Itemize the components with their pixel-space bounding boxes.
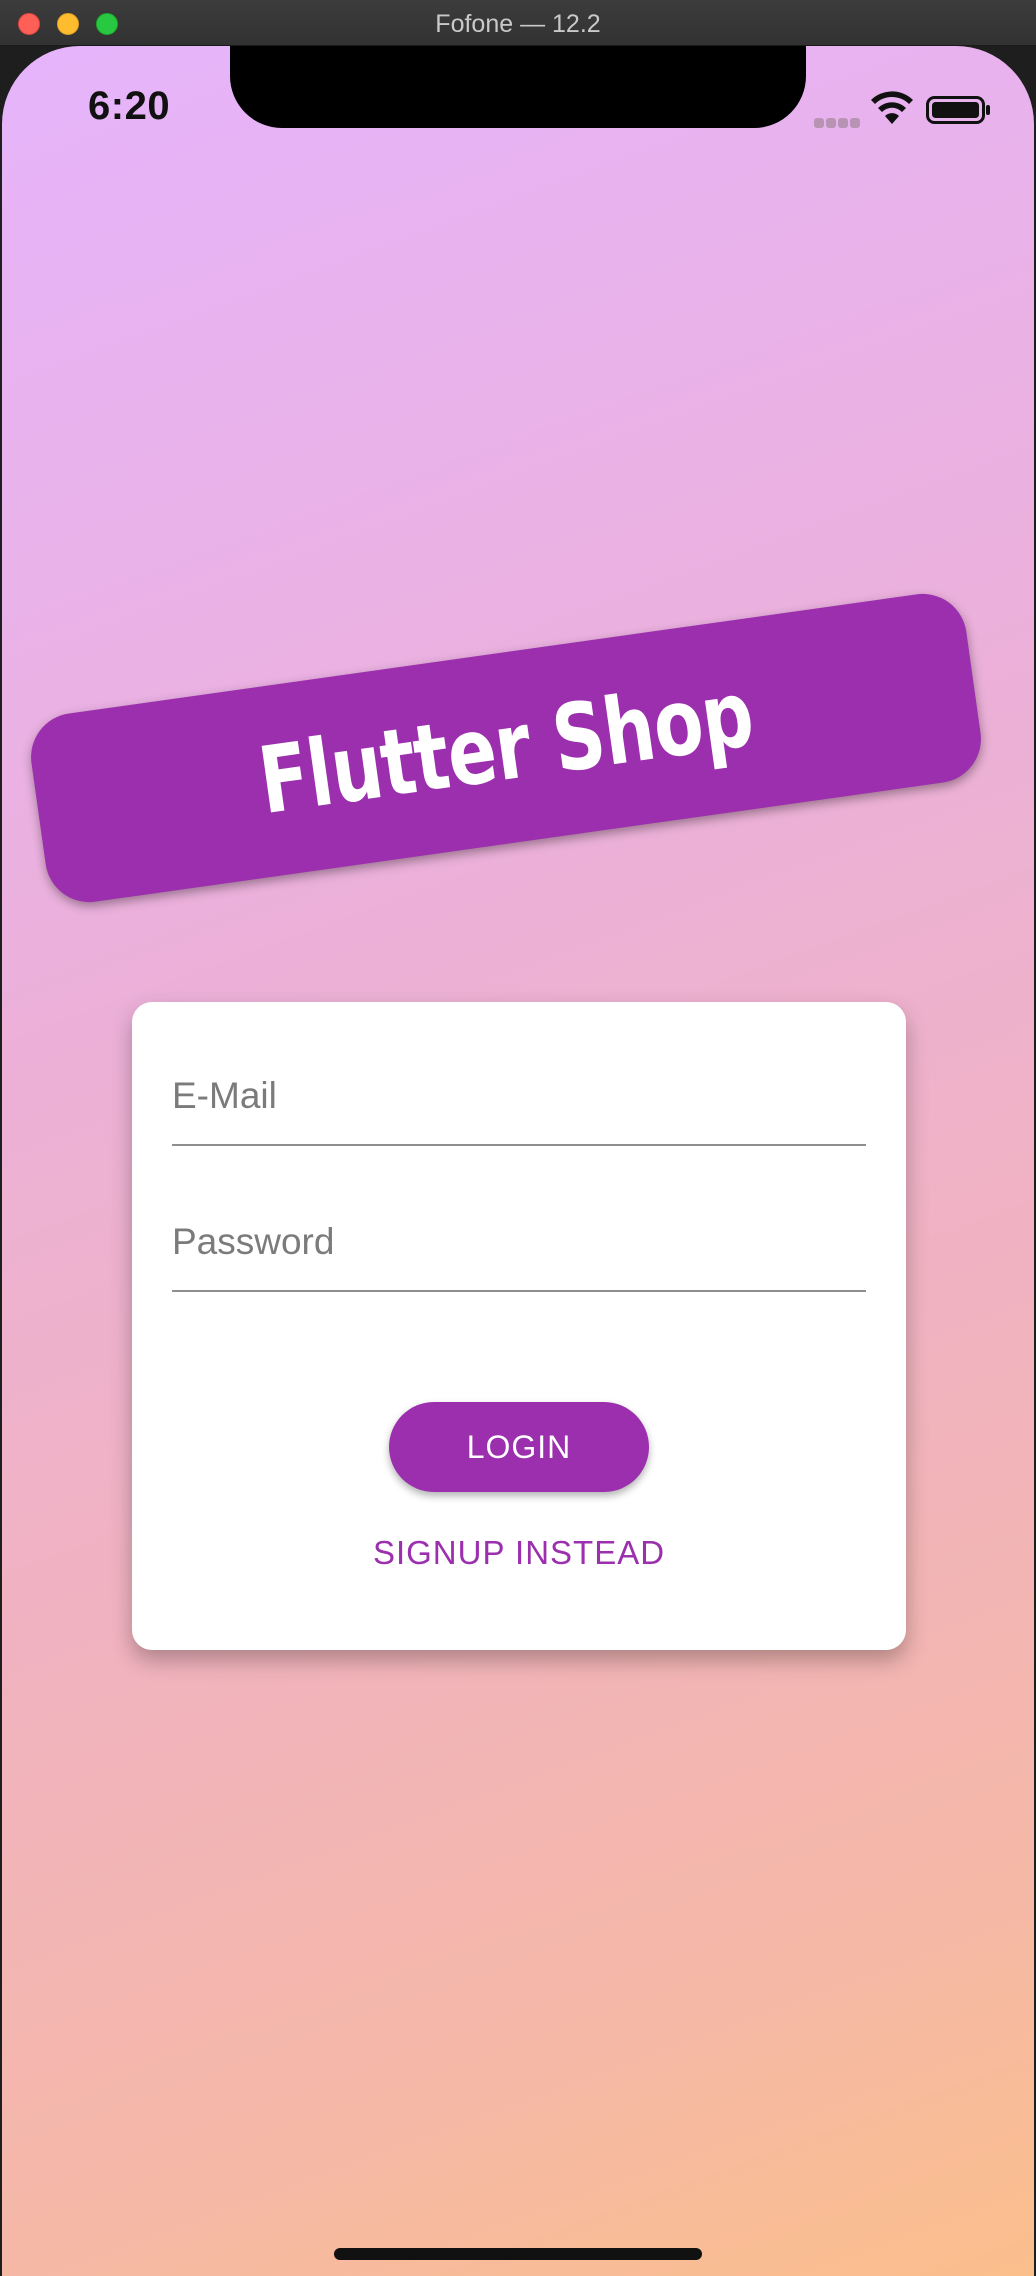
shop-title: Flutter Shop	[252, 659, 760, 836]
shop-title-banner: Flutter Shop	[25, 588, 987, 908]
phone-screen: 6:20 Flutter Shop LOG	[2, 46, 1034, 2276]
email-field[interactable]	[172, 1036, 866, 1146]
wifi-icon	[871, 91, 913, 124]
signup-instead-button[interactable]: SIGNUP INSTEAD	[132, 1528, 906, 1578]
login-button[interactable]: LOGIN	[389, 1402, 649, 1492]
cellular-signal-icon	[814, 114, 862, 128]
home-indicator[interactable]	[334, 2248, 702, 2260]
window-title: Fofone — 12.2	[435, 10, 601, 38]
email-input[interactable]	[172, 1070, 866, 1122]
password-input[interactable]	[172, 1216, 866, 1268]
password-field[interactable]	[172, 1182, 866, 1292]
battery-icon	[926, 96, 990, 124]
window-titlebar[interactable]: Fofone — 12.2	[0, 0, 1036, 46]
device-notch	[230, 46, 806, 128]
status-bar-time: 6:20	[88, 84, 171, 128]
auth-card: LOGIN SIGNUP INSTEAD	[132, 1002, 906, 1650]
simulator-window: Fofone — 12.2 6:20 Flutter Shop E-Mail L…	[0, 0, 1036, 2276]
